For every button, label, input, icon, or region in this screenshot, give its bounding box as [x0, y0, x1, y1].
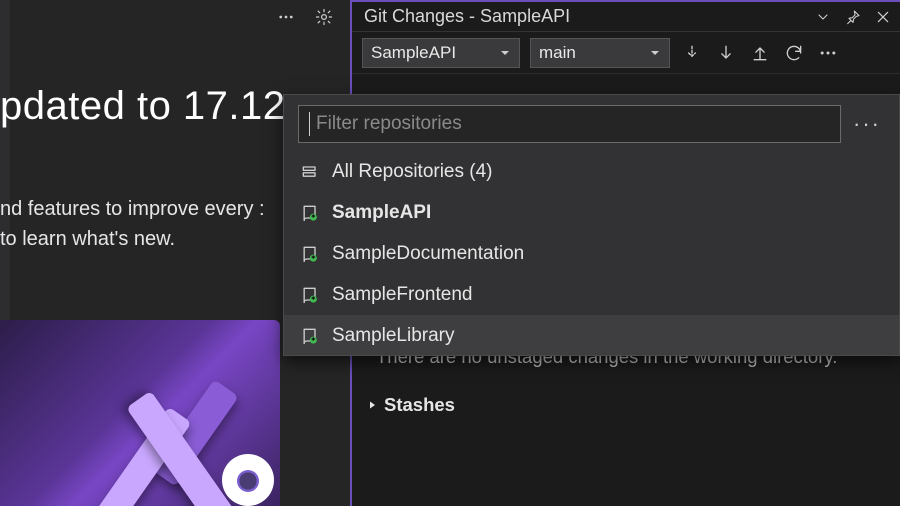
repo-all-label: All Repositories (4)	[332, 161, 493, 183]
stack-icon	[300, 162, 320, 182]
repo-filter-field[interactable]	[298, 105, 841, 143]
ellipsis-icon[interactable]: ···	[849, 113, 885, 135]
repo-icon	[300, 326, 320, 346]
git-titlebar: Git Changes - SampleAPI	[352, 2, 900, 32]
whats-new-promo-image	[0, 320, 280, 506]
pull-icon[interactable]	[716, 43, 736, 63]
ellipsis-icon[interactable]	[818, 43, 838, 63]
repo-row-item[interactable]: SampleAPI	[284, 192, 899, 233]
expand-triangle-icon	[366, 399, 378, 411]
close-icon[interactable]	[874, 8, 892, 26]
whats-new-title: pdated to 17.12	[0, 84, 280, 129]
repo-icon	[300, 203, 320, 223]
repo-list: All Repositories (4) SampleAPI SampleDoc…	[284, 151, 899, 355]
chevron-down-icon	[649, 47, 661, 59]
sync-icon[interactable]	[784, 43, 804, 63]
repo-filter-input[interactable]	[316, 113, 830, 135]
chevron-down-icon[interactable]	[814, 8, 832, 26]
repo-row-item[interactable]: SampleLibrary	[284, 315, 899, 355]
stashes-label: Stashes	[384, 394, 455, 416]
branch-selector-label: main	[539, 43, 576, 63]
repo-search-row: ···	[284, 95, 899, 151]
chevron-down-icon	[499, 47, 511, 59]
git-panel-title: Git Changes - SampleAPI	[364, 6, 814, 27]
push-icon[interactable]	[750, 43, 770, 63]
gear-icon[interactable]	[312, 5, 336, 29]
left-toolbar	[0, 0, 350, 34]
repo-row-item[interactable]: SampleFrontend	[284, 274, 899, 315]
visual-studio-logo	[60, 338, 240, 506]
whats-new-blurb: nd features to improve every : to learn …	[0, 194, 280, 254]
repo-selector-label: SampleAPI	[371, 43, 456, 63]
repo-item-label: SampleAPI	[332, 202, 431, 224]
repo-selector[interactable]: SampleAPI	[362, 38, 520, 68]
fetch-icon[interactable]	[682, 43, 702, 63]
ellipsis-icon[interactable]	[274, 5, 298, 29]
text-caret	[309, 112, 310, 136]
repo-picker-popup: ··· All Repositories (4) SampleAPI Sampl…	[283, 94, 900, 356]
git-toolbar: SampleAPI main	[352, 32, 900, 74]
repo-item-label: SampleLibrary	[332, 325, 455, 347]
copilot-badge	[222, 454, 274, 506]
repo-row-item[interactable]: SampleDocumentation	[284, 233, 899, 274]
repo-icon	[300, 244, 320, 264]
stashes-section[interactable]: Stashes	[366, 394, 882, 416]
repo-row-all[interactable]: All Repositories (4)	[284, 151, 899, 192]
repo-item-label: SampleFrontend	[332, 284, 472, 306]
repo-icon	[300, 285, 320, 305]
pin-icon[interactable]	[844, 8, 862, 26]
branch-selector[interactable]: main	[530, 38, 670, 68]
repo-item-label: SampleDocumentation	[332, 243, 524, 265]
